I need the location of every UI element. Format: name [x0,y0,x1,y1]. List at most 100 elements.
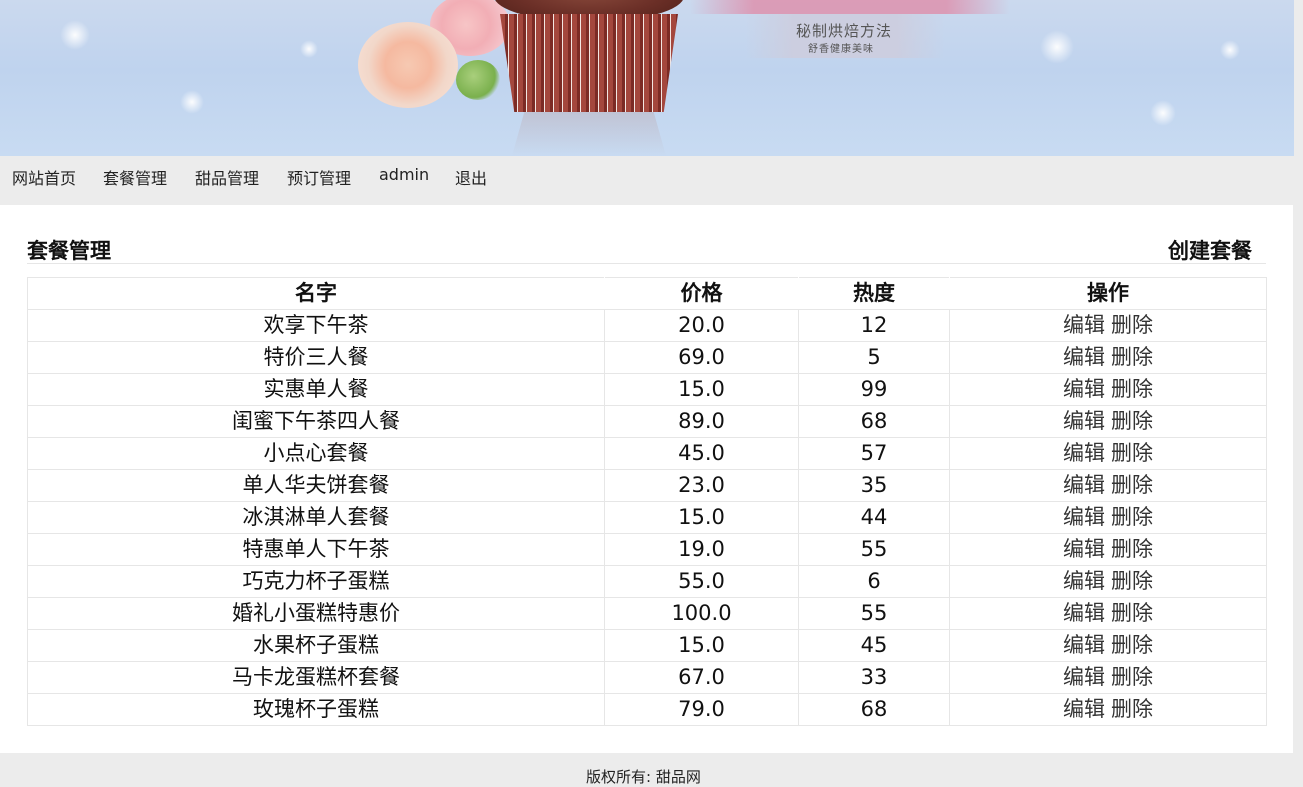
cell-name: 玫瑰杯子蛋糕 [27,693,605,726]
edit-link[interactable]: 编辑 [1063,537,1105,561]
cell-actions: 编辑 删除 [949,597,1267,630]
cell-heat: 5 [798,341,950,374]
cell-name: 小点心套餐 [27,437,605,470]
cell-heat: 68 [798,693,950,726]
edit-link[interactable]: 编辑 [1063,313,1105,337]
table-row: 闺蜜下午茶四人餐 89.0 68 编辑 删除 [27,405,1267,438]
cell-actions: 编辑 删除 [949,533,1267,566]
cell-price: 45.0 [604,437,799,470]
cell-price: 89.0 [604,405,799,438]
cell-heat: 99 [798,373,950,406]
delete-link[interactable]: 删除 [1111,601,1153,625]
footer-copyright: 版权所有: 甜品网 [586,768,701,786]
package-table: 名字 价格 热度 操作 欢享下午茶 20.0 12 编辑 删除 特价三人餐 69.0 5 编辑删… [27,277,1267,726]
delete-link[interactable]: 删除 [1111,665,1153,689]
nav-package-manage[interactable]: 套餐管理 [103,165,167,189]
delete-link[interactable]: 删除 [1111,345,1153,369]
table-row: 单人华夫饼套餐 23.0 35 编辑 删除 [27,469,1267,502]
delete-link[interactable]: 删除 [1111,537,1153,561]
page-title: 套餐管理 [27,239,111,263]
cell-name: 闺蜜下午茶四人餐 [27,405,605,438]
cell-heat: 44 [798,501,950,534]
cell-actions: 编辑 删除 [949,693,1267,726]
edit-link[interactable]: 编辑 [1063,697,1105,721]
cell-name: 欢享下午茶 [27,309,605,342]
column-header-heat: 热度 [798,277,950,310]
delete-link[interactable]: 删除 [1111,633,1153,657]
header-banner: 秘制烘焙方法 舒香健康美味 [0,0,1294,156]
edit-link[interactable]: 编辑 [1063,441,1105,465]
edit-link[interactable]: 编辑 [1063,505,1105,529]
edit-link[interactable]: 编辑 [1063,345,1105,369]
cell-name: 冰淇淋单人套餐 [27,501,605,534]
banner-slogan: 秘制烘焙方法 [796,22,893,40]
cell-heat: 57 [798,437,950,470]
nav-home[interactable]: 网站首页 [12,165,76,189]
edit-link[interactable]: 编辑 [1063,633,1105,657]
cell-heat: 12 [798,309,950,342]
delete-link[interactable]: 删除 [1111,313,1153,337]
cell-price: 67.0 [604,661,799,694]
cell-actions: 编辑 删除 [949,565,1267,598]
cell-actions: 编辑 删除 [949,405,1267,438]
edit-link[interactable]: 编辑 [1063,665,1105,689]
cell-name: 单人华夫饼套餐 [27,469,605,502]
nav-dessert-manage[interactable]: 甜品管理 [195,165,259,189]
table-row: 特价三人餐 69.0 5 编辑 删除 [27,341,1267,374]
edit-link[interactable]: 编辑 [1063,601,1105,625]
delete-link[interactable]: 删除 [1111,505,1153,529]
cell-heat: 55 [798,533,950,566]
cell-name: 实惠单人餐 [27,373,605,406]
table-row: 实惠单人餐 15.0 99 编辑 删除 [27,373,1267,406]
cell-actions: 编辑 删除 [949,309,1267,342]
cell-actions: 编辑 删除 [949,469,1267,502]
table-row: 婚礼小蛋糕特惠价 100.0 55 编辑 删除 [27,597,1267,630]
cell-actions: 编辑 删除 [949,437,1267,470]
column-header-price: 价格 [604,277,799,310]
nav-logout[interactable]: 退出 [455,165,487,189]
main-nav: 网站首页 套餐管理 甜品管理 预订管理 admin 退出 [0,156,1294,196]
cell-price: 55.0 [604,565,799,598]
cell-actions: 编辑 删除 [949,629,1267,662]
delete-link[interactable]: 删除 [1111,569,1153,593]
table-row: 冰淇淋单人套餐 15.0 44 编辑 删除 [27,501,1267,534]
delete-link[interactable]: 删除 [1111,377,1153,401]
delete-link[interactable]: 删除 [1111,473,1153,497]
content-panel: 套餐管理 创建套餐 名字 价格 热度 操作 欢享下午茶 20.0 12 编辑 删除 特价三… [0,205,1293,753]
delete-link[interactable]: 删除 [1111,409,1153,433]
title-divider [27,263,1266,264]
nav-user-admin[interactable]: admin [379,165,429,184]
create-package-button[interactable]: 创建套餐 [1168,235,1252,265]
delete-link[interactable]: 删除 [1111,697,1153,721]
cell-name: 马卡龙蛋糕杯套餐 [27,661,605,694]
cell-name: 特惠单人下午茶 [27,533,605,566]
cell-price: 15.0 [604,501,799,534]
cell-heat: 45 [798,629,950,662]
edit-link[interactable]: 编辑 [1063,377,1105,401]
table-row: 巧克力杯子蛋糕 55.0 6 编辑 删除 [27,565,1267,598]
cell-name: 婚礼小蛋糕特惠价 [27,597,605,630]
edit-link[interactable]: 编辑 [1063,473,1105,497]
cell-heat: 68 [798,405,950,438]
table-row: 小点心套餐 45.0 57 编辑 删除 [27,437,1267,470]
cell-actions: 编辑 删除 [949,373,1267,406]
edit-link[interactable]: 编辑 [1063,409,1105,433]
cell-name: 水果杯子蛋糕 [27,629,605,662]
cell-price: 69.0 [604,341,799,374]
cell-actions: 编辑 删除 [949,661,1267,694]
table-row: 马卡龙蛋糕杯套餐 67.0 33 编辑 删除 [27,661,1267,694]
edit-link[interactable]: 编辑 [1063,569,1105,593]
table-row: 水果杯子蛋糕 15.0 45 编辑 删除 [27,629,1267,662]
cell-price: 19.0 [604,533,799,566]
cell-actions: 编辑 删除 [949,341,1267,374]
cell-price: 23.0 [604,469,799,502]
nav-reservation-manage[interactable]: 预订管理 [287,165,351,189]
table-row: 特惠单人下午茶 19.0 55 编辑 删除 [27,533,1267,566]
table-row: 欢享下午茶 20.0 12 编辑 删除 [27,309,1267,342]
cell-name: 巧克力杯子蛋糕 [27,565,605,598]
cell-price: 15.0 [604,629,799,662]
cell-price: 100.0 [604,597,799,630]
rose-image [358,22,458,108]
cell-heat: 35 [798,469,950,502]
delete-link[interactable]: 删除 [1111,441,1153,465]
